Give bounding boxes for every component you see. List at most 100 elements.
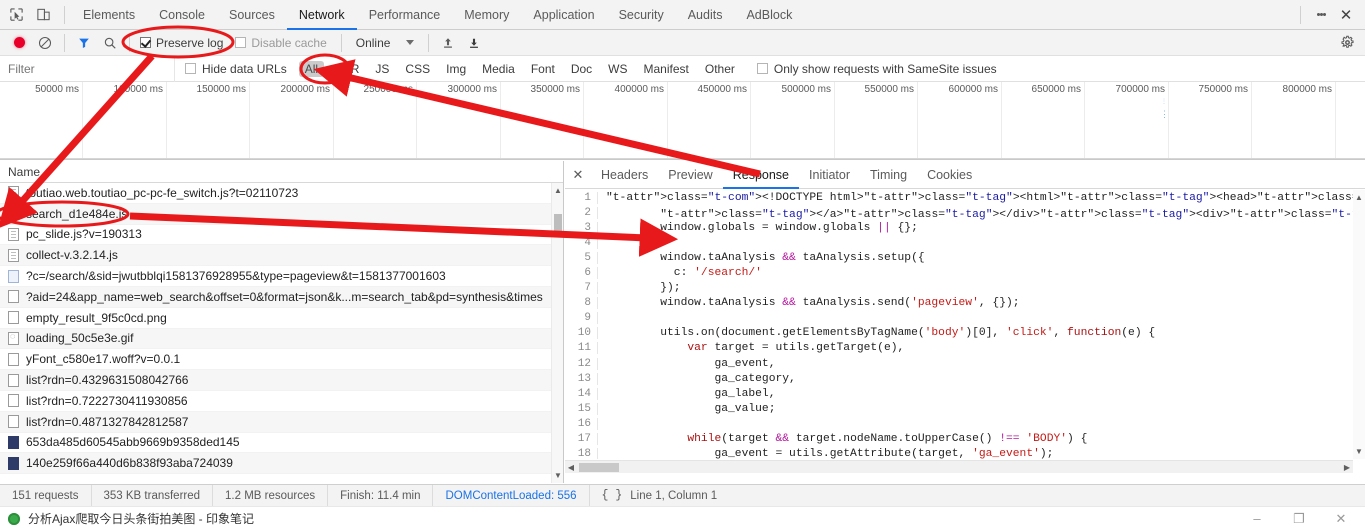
tab-performance[interactable]: Performance — [357, 0, 453, 30]
filter-row: Hide data URLs All XHR JS CSS Img Media … — [0, 55, 1365, 82]
tab-application[interactable]: Application — [521, 0, 606, 30]
request-row[interactable]: list?rdn=0.4871327842812587 — [0, 411, 563, 433]
request-row[interactable]: pc_slide.js?v=190313 — [0, 225, 563, 246]
clear-button[interactable] — [32, 32, 58, 54]
maximize-button[interactable]: ❐ — [1291, 511, 1307, 527]
status-resources: 1.2 MB resources — [213, 484, 329, 507]
scroll-up-icon[interactable]: ▲ — [553, 185, 563, 196]
code-line: 6 c: '/search/' — [565, 265, 1365, 280]
minimize-button[interactable]: – — [1249, 511, 1265, 526]
kebab-menu-icon[interactable] — [1311, 5, 1331, 25]
request-list-scrollbar[interactable]: ▲ ▼ — [551, 183, 563, 483]
type-chip-other[interactable]: Other — [699, 61, 741, 77]
request-row[interactable]: toutiao.web.toutiao_pc-pc-fe_switch.js?t… — [0, 183, 563, 204]
line-number: 1 — [565, 191, 598, 204]
code-line: 11 var target = utils.getTarget(e), — [565, 341, 1365, 356]
request-row[interactable]: ?c=/search/&sid=jwutbblqi1581376928955&t… — [0, 266, 563, 287]
detail-tab-timing[interactable]: Timing — [860, 161, 917, 189]
export-har-icon[interactable] — [461, 32, 487, 54]
type-chip-css[interactable]: CSS — [399, 61, 436, 77]
device-toolbar-icon[interactable] — [35, 6, 52, 23]
request-row[interactable]: collect-v.3.2.14.js — [0, 245, 563, 267]
disable-cache-checkbox[interactable]: Disable cache — [231, 36, 334, 50]
request-row[interactable]: 653da485d60545abb9669b9358ded145 — [0, 433, 563, 454]
close-icon[interactable]: ✕ — [1335, 4, 1357, 26]
type-chip-img[interactable]: Img — [440, 61, 472, 77]
type-chip-ws[interactable]: WS — [602, 61, 633, 77]
tab-sources[interactable]: Sources — [217, 0, 287, 30]
inspect-element-icon[interactable] — [8, 6, 25, 23]
line-number: 4 — [565, 236, 598, 249]
tab-console[interactable]: Console — [147, 0, 217, 30]
import-har-icon[interactable] — [435, 32, 461, 54]
request-name: list?rdn=0.4871327842812587 — [26, 414, 189, 429]
tab-security[interactable]: Security — [607, 0, 676, 30]
type-chip-font[interactable]: Font — [525, 61, 561, 77]
gear-icon[interactable] — [1340, 35, 1365, 50]
request-row[interactable]: 140e259f66a440d6b838f93aba724039 — [0, 453, 563, 475]
detail-close-icon[interactable]: ✕ — [565, 161, 591, 189]
doc-file-icon — [8, 394, 19, 408]
type-chip-js[interactable]: JS — [369, 61, 395, 77]
request-row[interactable]: list?rdn=0.4329631508042766 — [0, 370, 563, 391]
detail-tab-response[interactable]: Response — [723, 161, 799, 189]
request-name: search_d1e484e.js — [26, 206, 128, 221]
response-code-viewer[interactable]: 1 "t-attr">class="t-com"><!DOCTYPE html>"… — [565, 190, 1365, 459]
record-button[interactable] — [6, 32, 32, 54]
request-row[interactable]: yFont_c580e17.woff?v=0.0.1 — [0, 349, 563, 371]
detail-tab-headers[interactable]: Headers — [591, 161, 658, 189]
pretty-print-icon[interactable]: { } — [602, 489, 623, 502]
hide-data-urls-checkbox[interactable]: Hide data URLs — [175, 62, 297, 76]
code-line: 8 window.taAnalysis && taAnalysis.send('… — [565, 296, 1365, 311]
code-vertical-scrollbar[interactable]: ▲ ▼ — [1353, 190, 1365, 459]
tab-audits[interactable]: Audits — [676, 0, 735, 30]
samesite-checkbox[interactable]: Only show requests with SameSite issues — [743, 62, 997, 76]
filter-funnel-icon[interactable] — [71, 32, 97, 54]
window-close-button[interactable]: ✕ — [1333, 511, 1349, 527]
code-line-text: window.taAnalysis && taAnalysis.setup({ — [606, 251, 925, 264]
preserve-log-checkbox[interactable]: Preserve log — [136, 36, 231, 50]
type-chip-all[interactable]: All — [298, 60, 325, 77]
code-line-text: ga_event = utils.getAttribute(target, 'g… — [606, 448, 1054, 459]
tab-adblock[interactable]: AdBlock — [734, 0, 804, 30]
search-icon[interactable] — [97, 32, 123, 54]
code-line: 15 ga_value; — [565, 401, 1365, 416]
filter-input[interactable] — [0, 55, 175, 82]
request-row[interactable]: empty_result_9f5c0cd.png — [0, 308, 563, 329]
type-chip-manifest[interactable]: Manifest — [638, 61, 695, 77]
type-chip-media[interactable]: Media — [476, 61, 521, 77]
code-scroll-up-icon[interactable]: ▲ — [1354, 192, 1364, 203]
detail-tab-initiator[interactable]: Initiator — [799, 161, 860, 189]
code-line: 13 ga_category, — [565, 371, 1365, 386]
line-number: 5 — [565, 251, 598, 264]
scroll-down-icon[interactable]: ▼ — [553, 470, 563, 481]
type-chip-xhr[interactable]: XHR — [328, 61, 365, 77]
code-scroll-right-icon[interactable]: ▶ — [1341, 463, 1353, 472]
request-row[interactable]: loading_50c5e3e.gif — [0, 328, 563, 350]
hide-data-urls-label: Hide data URLs — [202, 61, 287, 76]
code-scroll-down-icon[interactable]: ▼ — [1354, 446, 1364, 457]
request-name: 140e259f66a440d6b838f93aba724039 — [26, 456, 233, 471]
code-horizontal-scrollbar[interactable]: ◀ ▶ — [565, 460, 1353, 473]
tab-memory[interactable]: Memory — [452, 0, 521, 30]
type-chip-doc[interactable]: Doc — [565, 61, 598, 77]
code-line: 3 window.globals = window.globals || {}; — [565, 220, 1365, 235]
request-row[interactable]: search_d1e484e.js — [0, 203, 563, 225]
throttling-select[interactable]: Online — [348, 36, 423, 50]
page-title: 分析Ajax爬取今日头条街拍美图 - 印象笔记 — [28, 512, 255, 526]
network-overview-timeline[interactable]: 50000 ms 100000 ms 150000 ms 200000 ms 25000… — [0, 82, 1365, 160]
line-number: 12 — [565, 357, 598, 370]
request-row[interactable]: ?aid=24&app_name=web_search&offset=0&for… — [0, 286, 563, 308]
code-scroll-left-icon[interactable]: ◀ — [565, 463, 577, 472]
code-line-text: ga_label, — [606, 387, 776, 400]
scroll-thumb[interactable] — [554, 214, 562, 236]
tab-network[interactable]: Network — [287, 0, 357, 30]
samesite-label: Only show requests with SameSite issues — [773, 61, 997, 76]
request-row[interactable]: list?rdn=0.7222730411930856 — [0, 391, 563, 412]
detail-tab-cookies[interactable]: Cookies — [917, 161, 982, 189]
tab-elements[interactable]: Elements — [71, 0, 147, 30]
detail-tab-preview[interactable]: Preview — [658, 161, 722, 189]
code-hscroll-thumb[interactable] — [579, 462, 619, 472]
request-list-body: toutiao.web.toutiao_pc-pc-fe_switch.js?t… — [0, 183, 563, 475]
network-toolbar: Preserve log Disable cache Online — [0, 30, 1365, 56]
